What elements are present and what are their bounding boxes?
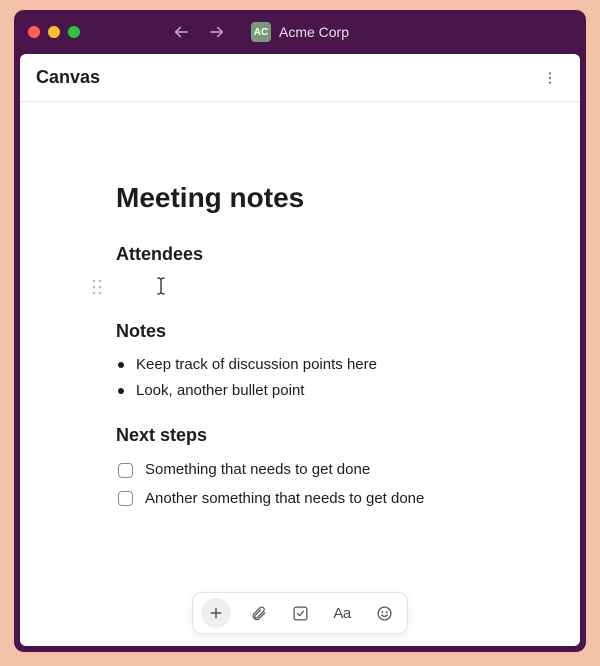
nav-arrows bbox=[172, 23, 226, 41]
floating-toolbar: Aa bbox=[192, 592, 408, 634]
canvas-document[interactable]: Meeting notes Attendees Notes bbox=[20, 102, 580, 646]
insert-checklist-button[interactable] bbox=[285, 598, 315, 628]
list-item[interactable]: Keep track of discussion points here bbox=[136, 352, 508, 378]
titlebar: AC Acme Corp bbox=[14, 10, 586, 54]
section-heading-next-steps: Next steps bbox=[116, 425, 508, 446]
workspace-name: Acme Corp bbox=[279, 24, 349, 40]
minimize-window-button[interactable] bbox=[48, 26, 60, 38]
attendees-empty-line[interactable] bbox=[116, 275, 508, 299]
nav-forward-button[interactable] bbox=[208, 23, 226, 41]
checklist-item[interactable]: Another something that needs to get done bbox=[116, 485, 508, 514]
section-heading-notes: Notes bbox=[116, 321, 508, 342]
content-frame: Canvas Meeting notes Attendees bbox=[20, 54, 580, 646]
close-window-button[interactable] bbox=[28, 26, 40, 38]
checkbox[interactable] bbox=[118, 463, 133, 478]
document-title: Meeting notes bbox=[116, 182, 508, 214]
notes-bullet-list: Keep track of discussion points here Loo… bbox=[116, 352, 508, 403]
text-cursor-icon bbox=[156, 277, 166, 295]
nav-back-button[interactable] bbox=[172, 23, 190, 41]
smile-icon bbox=[376, 605, 393, 622]
checklist-item-label: Something that needs to get done bbox=[145, 456, 370, 485]
section-heading-attendees: Attendees bbox=[116, 244, 508, 265]
checkbox[interactable] bbox=[118, 491, 133, 506]
checkbox-icon bbox=[292, 605, 309, 622]
maximize-window-button[interactable] bbox=[68, 26, 80, 38]
app-window: AC Acme Corp Canvas Meeting notes Attend… bbox=[14, 10, 586, 652]
text-format-icon: Aa bbox=[333, 605, 350, 622]
tab-header: Canvas bbox=[20, 54, 580, 102]
emoji-picker-button[interactable] bbox=[369, 598, 399, 628]
paperclip-icon bbox=[250, 605, 267, 622]
drag-handle-icon bbox=[92, 279, 102, 295]
tab-title: Canvas bbox=[36, 67, 100, 88]
insert-menu-button[interactable] bbox=[201, 598, 231, 628]
drag-handle[interactable] bbox=[90, 278, 104, 296]
workspace-badge: AC bbox=[251, 22, 271, 42]
workspace-switcher[interactable]: AC Acme Corp bbox=[251, 22, 349, 42]
arrow-left-icon bbox=[172, 23, 190, 41]
attach-file-button[interactable] bbox=[243, 598, 273, 628]
plus-icon bbox=[208, 605, 224, 621]
more-vertical-icon bbox=[542, 70, 558, 86]
checklist-item-label: Another something that needs to get done bbox=[145, 485, 424, 514]
arrow-right-icon bbox=[208, 23, 226, 41]
text-format-button[interactable]: Aa bbox=[327, 598, 357, 628]
more-actions-button[interactable] bbox=[536, 64, 564, 92]
window-controls bbox=[28, 26, 80, 38]
list-item[interactable]: Look, another bullet point bbox=[136, 378, 508, 404]
checklist-item[interactable]: Something that needs to get done bbox=[116, 456, 508, 485]
